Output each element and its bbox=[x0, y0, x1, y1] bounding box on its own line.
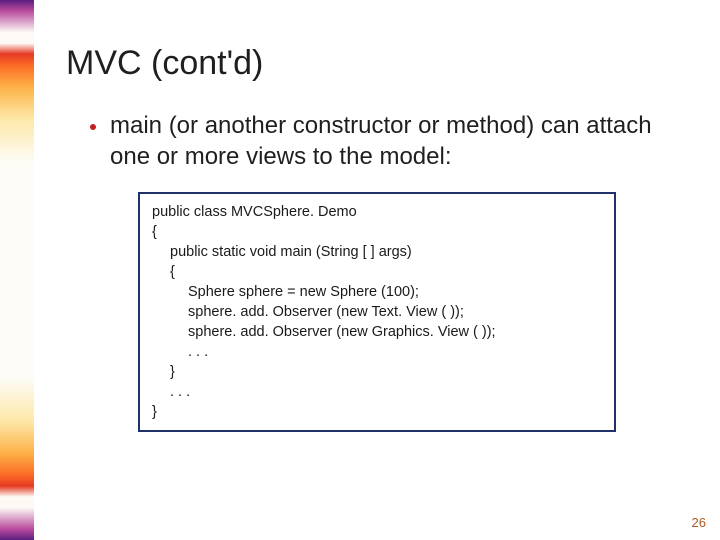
page-number: 26 bbox=[692, 515, 706, 530]
code-line: . . . bbox=[188, 342, 604, 362]
code-line: . . . bbox=[170, 382, 604, 402]
code-line: { bbox=[152, 222, 604, 242]
slide-title: MVC (cont'd) bbox=[66, 44, 680, 83]
slide-content: MVC (cont'd) main (or another constructo… bbox=[66, 44, 680, 520]
code-line: Sphere sphere = new Sphere (100); bbox=[188, 282, 604, 302]
code-line: } bbox=[170, 362, 604, 382]
code-line: sphere. add. Observer (new Text. View ( … bbox=[188, 302, 604, 322]
code-line: public class MVCSphere. Demo bbox=[152, 202, 604, 222]
code-line: sphere. add. Observer (new Graphics. Vie… bbox=[188, 322, 604, 342]
bullet-text: main (or another constructor or method) … bbox=[110, 111, 680, 172]
code-line: } bbox=[152, 402, 604, 422]
code-line: public static void main (String [ ] args… bbox=[170, 242, 604, 262]
code-line: { bbox=[170, 262, 604, 282]
bullet-dot-icon bbox=[90, 124, 96, 130]
code-box: public class MVCSphere. Demo { public st… bbox=[138, 192, 616, 432]
bullet-item: main (or another constructor or method) … bbox=[90, 111, 680, 172]
decorative-left-strip bbox=[0, 0, 34, 540]
